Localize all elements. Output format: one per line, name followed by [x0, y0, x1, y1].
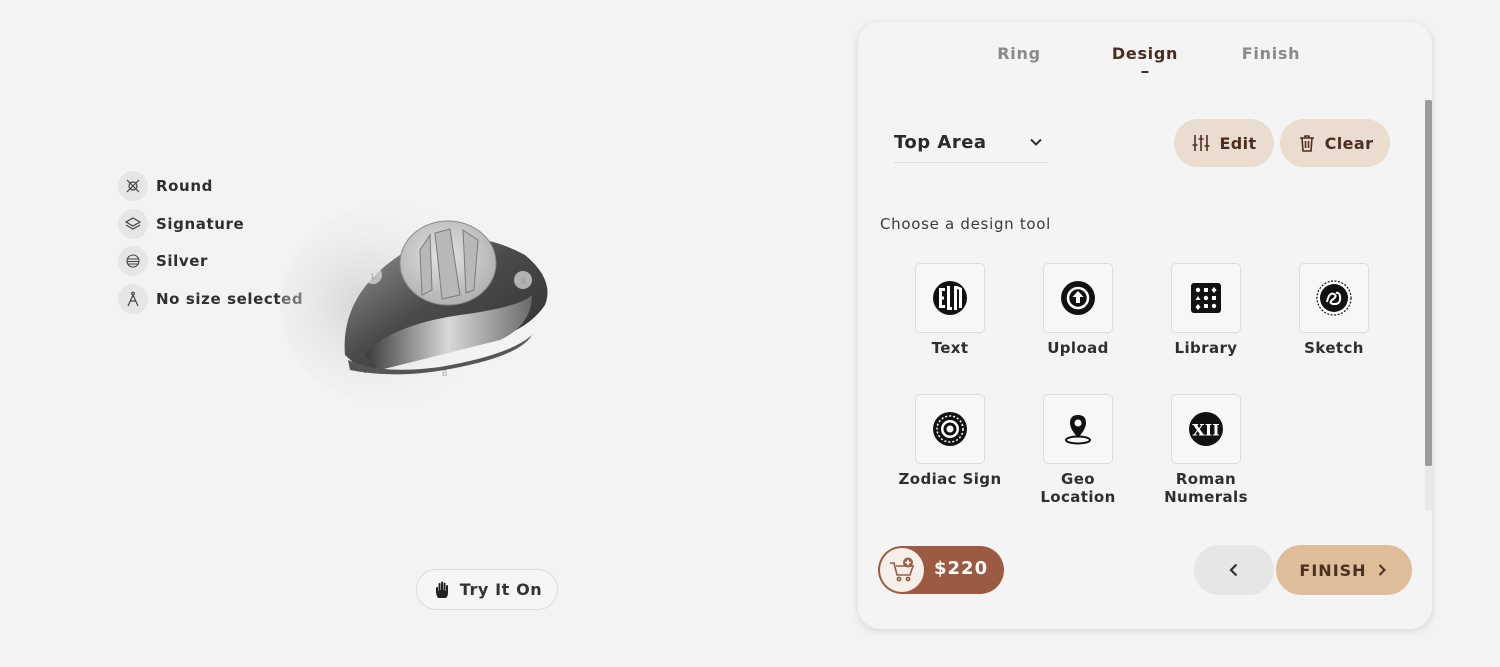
ring-marker-right[interactable]: R [521, 277, 527, 286]
spec-shape-label: Round [156, 177, 213, 195]
tool-zodiac-label: Zodiac Sign [898, 470, 1002, 488]
location-pin-icon [1065, 415, 1091, 445]
design-panel: Ring Design Finish Top Area Edit Clear C… [858, 22, 1432, 629]
text-monogram-icon [933, 281, 967, 315]
sliders-icon [1192, 135, 1210, 151]
ring-preview[interactable]: L R B [270, 195, 570, 425]
edit-label: Edit [1219, 133, 1257, 153]
roman-numerals-icon: XII [1189, 412, 1223, 446]
edit-button[interactable]: Edit [1174, 119, 1274, 167]
clear-button[interactable]: Clear [1280, 119, 1390, 167]
metal-icon [118, 246, 148, 276]
layers-icon [118, 208, 148, 239]
chevron-down-icon [1030, 138, 1042, 146]
tool-roman-numerals-label: Roman Numerals [1164, 470, 1248, 506]
tool-upload[interactable]: Upload [1023, 263, 1133, 357]
price-label: $220 [934, 558, 989, 579]
zodiac-icon [933, 412, 967, 446]
tool-roman-numerals[interactable]: XII Roman Numerals [1151, 394, 1261, 506]
svg-text:XII: XII [1192, 421, 1219, 440]
chevron-left-icon [1229, 563, 1238, 577]
back-button[interactable] [1194, 545, 1274, 595]
finish-label: FINISH [1299, 560, 1367, 580]
tool-sketch[interactable]: Sketch [1279, 263, 1389, 357]
hand-icon [435, 581, 448, 598]
compass-icon [118, 283, 148, 314]
area-select-dropdown[interactable]: Top Area [894, 122, 1048, 163]
tab-finish[interactable]: Finish [1242, 44, 1300, 63]
area-select-value: Top Area [894, 131, 987, 153]
tool-upload-label: Upload [1047, 339, 1109, 357]
tool-text-label: Text [931, 339, 969, 357]
tool-zodiac[interactable]: Zodiac Sign [895, 394, 1005, 488]
clear-label: Clear [1324, 133, 1374, 153]
tool-text[interactable]: Text [895, 263, 1005, 357]
tab-design[interactable]: Design [1111, 44, 1179, 73]
round-shape-icon [118, 171, 148, 201]
tab-finish-label: Finish [1241, 44, 1301, 63]
scrollbar-thumb[interactable] [1425, 100, 1432, 466]
tab-ring-label: Ring [997, 44, 1041, 63]
add-to-cart-button[interactable]: $220 [878, 546, 1004, 594]
spec-metal-label: Silver [156, 252, 209, 270]
cart-add-icon [880, 548, 924, 592]
tab-active-indicator [1141, 71, 1149, 73]
tab-design-label: Design [1111, 44, 1179, 63]
spec-style-label: Signature [156, 214, 245, 233]
chevron-right-icon [1378, 564, 1386, 576]
ring-marker-left[interactable]: L [371, 272, 376, 281]
try-it-on-label: Try It On [459, 580, 543, 599]
tool-geo-location-label: Geo Location [1040, 470, 1116, 506]
step-tabs: Ring Design Finish [858, 44, 1432, 84]
tool-library[interactable]: Library [1151, 263, 1261, 357]
tool-sketch-label: Sketch [1304, 339, 1364, 357]
tool-geo-location[interactable]: Geo Location [1023, 394, 1133, 506]
ring-marker-bottom[interactable]: B [442, 369, 448, 378]
sketch-icon [1316, 280, 1352, 316]
try-it-on-button[interactable]: Try It On [416, 569, 558, 610]
upload-icon [1061, 281, 1095, 315]
library-icon [1191, 283, 1221, 313]
trash-icon [1299, 135, 1314, 152]
finish-button[interactable]: FINISH [1276, 545, 1412, 595]
tool-library-label: Library [1174, 339, 1238, 357]
choose-tool-heading: Choose a design tool [880, 215, 1052, 233]
tab-ring[interactable]: Ring [997, 44, 1040, 63]
